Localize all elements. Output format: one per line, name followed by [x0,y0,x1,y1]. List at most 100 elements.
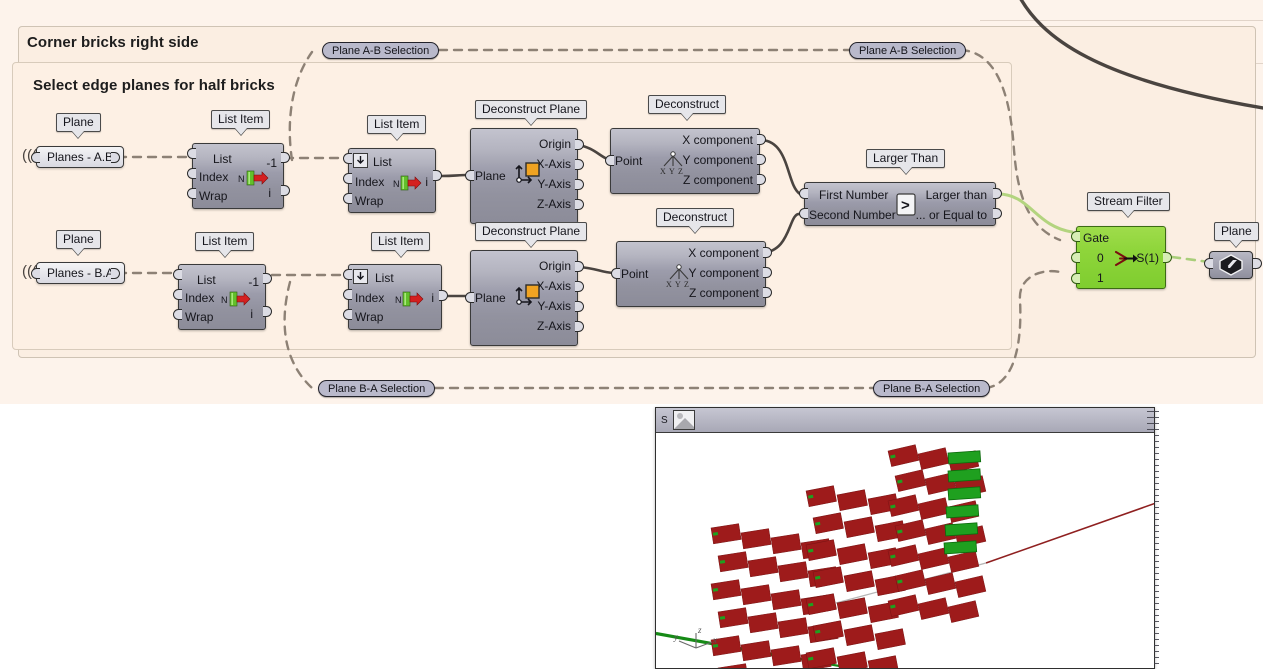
port-label-wrap: Wrap [185,310,214,324]
component-larger-than[interactable]: First Number Second Number Larger than .… [804,182,996,226]
component-deconstruct-top[interactable]: Point X component Y component Z componen… [610,128,760,194]
port-label-i: i [425,175,428,189]
port-out-plane-output[interactable] [1253,258,1262,269]
component-deconstruct-bot[interactable]: Point X component Y component Z componen… [616,241,766,307]
svg-text:Z: Z [684,280,689,288]
group-title-inner: Select edge planes for half bricks [33,77,275,94]
axis-label-x: x [712,635,717,645]
port-in-wrap-top2[interactable] [343,193,352,204]
port-label-xcomponent: X component [682,133,753,147]
port-in-stream-1[interactable] [1071,273,1080,284]
port-in-index-top2[interactable] [343,173,352,184]
tag-deconstruct-plane-bot: Deconstruct Plane [475,222,588,241]
port-in-planes-ab[interactable] [31,152,40,163]
port-label-point: Point [615,154,643,168]
port-in-plane-bot[interactable] [465,292,474,303]
port-in-list-bot2[interactable] [343,269,352,280]
port-label-xcomponent: X component [688,246,759,260]
port-label-index: Index [199,170,229,184]
port-in-index-top1[interactable] [187,168,196,179]
component-stream-filter[interactable]: Gate 0 1 S(1) [1076,226,1166,289]
down-arrow-icon-2 [353,269,368,287]
port-in-list-top1[interactable] [187,148,196,159]
port-label-larger-than: Larger than [925,188,987,202]
guide-line-red [985,502,1154,564]
port-label-zaxis: Z-Axis [537,319,571,333]
list-item-icon-3: N [221,291,257,310]
group-title-outer: Corner bricks right side [27,34,199,51]
tag-larger-than: Larger Than [866,149,946,168]
panel-body[interactable]: z y x [656,433,1154,668]
xyz-icon: X Y Z [658,151,688,178]
tag-plane-ba: Plane [56,230,101,249]
port-label-plane: Plane [475,291,506,305]
port-label-ycomponent: Y component [688,266,760,280]
port-in-list-bot1[interactable] [173,269,182,280]
grasshopper-canvas[interactable]: Corner bricks right side Select edge pla… [0,0,1263,404]
port-label-index: Index [185,291,215,305]
port-in-wrap-top1[interactable] [187,188,196,199]
port-in-gate[interactable] [1071,231,1080,242]
component-list-item-top-2[interactable]: List Index Wrap i N [348,148,436,213]
port-label-minus-one: -1 [248,275,259,289]
preview-panel[interactable]: S z y x [655,407,1159,669]
xyz-icon-2: X Y Z [664,264,694,291]
svg-text:X: X [660,167,666,175]
svg-text:Y: Y [675,280,681,288]
down-arrow-icon [353,153,368,171]
port-label-wrap: Wrap [355,310,384,324]
port-in-planes-ba[interactable] [31,268,40,279]
svg-text:N: N [395,295,402,305]
image-thumbnail-icon[interactable] [672,410,695,430]
port-in-list-top2[interactable] [343,153,352,164]
plane-param-icon [1219,254,1243,276]
port-in-index-bot2[interactable] [343,289,352,300]
relay-plane-ba-left[interactable]: Plane B-A Selection [318,380,436,397]
svg-text:Z: Z [678,167,683,175]
port-in-wrap-bot1[interactable] [173,309,182,320]
port-in-index-bot1[interactable] [173,289,182,300]
port-label-zaxis: Z-Axis [537,197,571,211]
port-label-ycomponent: Y component [682,153,754,167]
relay-plane-ab-left[interactable]: Plane A-B Selection [322,42,440,59]
port-label-second-number: Second Number [809,208,896,222]
port-label-gate: Gate [1083,231,1110,245]
port-in-stream-0[interactable] [1071,252,1080,263]
param-plane-output[interactable] [1209,251,1253,279]
port-label-one: 1 [1097,271,1104,285]
port-in-point-top[interactable] [605,155,614,166]
component-list-item-bot-2[interactable]: List Index Wrap i N [348,264,442,330]
port-in-point-bot[interactable] [611,268,620,279]
tag-deconstruct-top: Deconstruct [648,95,727,114]
svg-text:N: N [393,179,400,189]
relay-plane-ab-right[interactable]: Plane A-B Selection [849,42,967,59]
port-in-wrap-bot2[interactable] [343,309,352,320]
port-in-first-number[interactable] [799,188,808,199]
axis-label-y: y [673,632,678,642]
viewport-3d-scene[interactable]: z y x [656,433,1154,668]
panel-header[interactable]: S [656,408,1154,433]
port-label-wrap: Wrap [199,189,228,203]
port-in-plane-output[interactable] [1204,258,1213,269]
tag-list-item-bot-1: List Item [195,232,255,251]
port-in-second-number[interactable] [799,208,808,219]
stream-filter-icon [1114,250,1140,270]
port-label-minus-one: -1 [266,156,277,170]
tag-plane-output: Plane [1214,222,1259,241]
port-in-plane-top[interactable] [465,170,474,181]
tag-list-item-bot-2: List Item [371,232,431,251]
tag-plane-ab: Plane [56,113,101,132]
component-list-item-top-1[interactable]: List Index Wrap -1 i N [192,143,284,209]
tag-list-item-top-2: List Item [367,115,427,134]
port-label-origin: Origin [538,137,571,151]
component-deconstruct-plane-bot[interactable]: Plane Origin X-Axis Y-Axis Z-Axis [470,250,578,346]
svg-text:X: X [666,280,672,288]
viewport-area: ((( S [0,404,1263,669]
canvas-rule [980,20,1263,21]
relay-plane-ba-right[interactable]: Plane B-A Selection [873,380,991,397]
svg-text:N: N [238,174,245,184]
port-label-list: List [375,271,394,285]
component-list-item-bot-1[interactable]: List Index Wrap -1 i N [178,264,266,330]
port-label-point: Point [621,267,649,281]
component-deconstruct-plane-top[interactable]: Plane Origin X-Axis Y-Axis Z-Axis [470,128,578,224]
